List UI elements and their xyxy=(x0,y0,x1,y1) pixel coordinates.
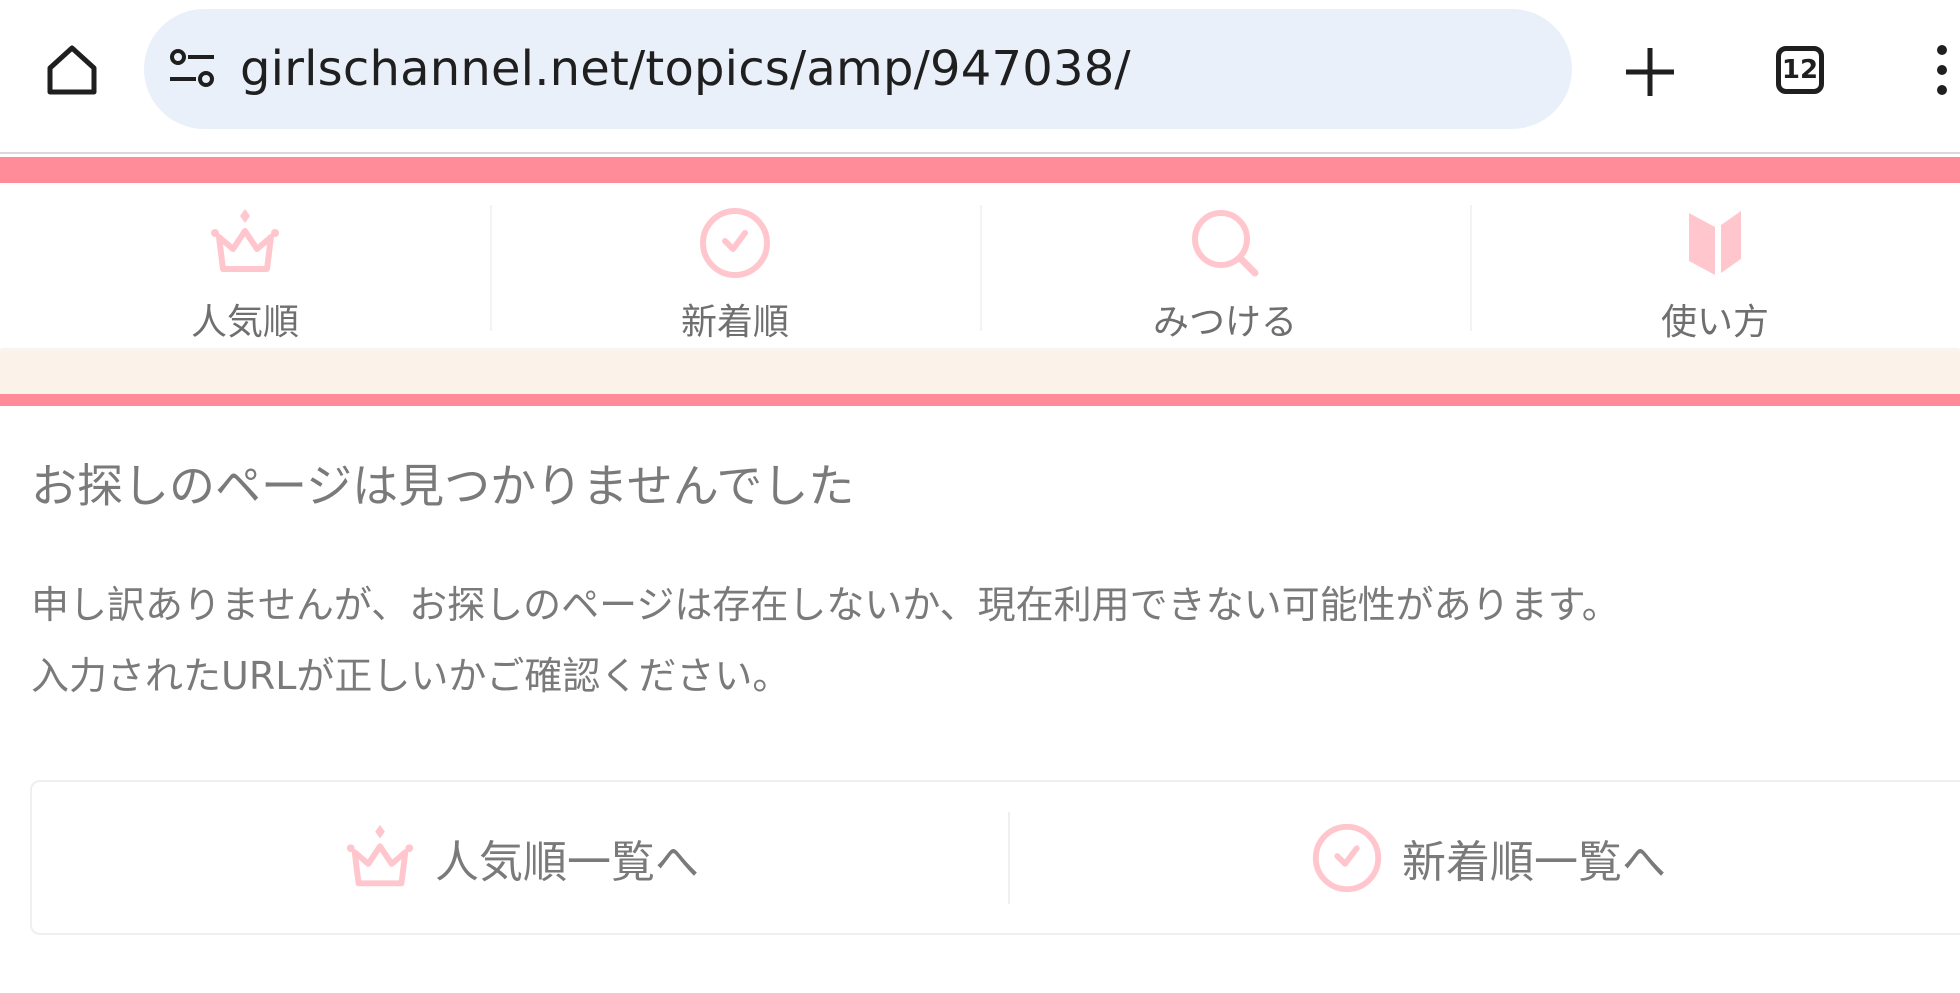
address-bar[interactable]: girlschannel.net/topics/amp/947038/ xyxy=(144,9,1572,129)
more-vert-icon xyxy=(1937,45,1947,95)
header-bottom-bar xyxy=(0,394,1960,406)
error-message: 申し訳ありませんが、お探しのページは存在しないか、現在利用できない可能性がありま… xyxy=(31,570,1620,712)
tab-count: 12 xyxy=(1776,46,1824,94)
more-menu-button[interactable] xyxy=(1920,40,1960,100)
clock-icon xyxy=(1312,823,1382,892)
nav-label-howto: 使い方 xyxy=(1660,302,1769,343)
main-nav: 人気順 新着順 みつける 使い方 xyxy=(0,183,1960,348)
nav-item-popular[interactable]: 人気順 xyxy=(0,183,490,348)
clock-icon xyxy=(700,208,770,278)
nav-item-howto[interactable]: 使い方 xyxy=(1470,183,1960,348)
header-cream-band xyxy=(0,350,1960,394)
nav-item-newest[interactable]: 新着順 xyxy=(490,183,980,348)
book-icon xyxy=(1689,211,1741,275)
popular-list-button[interactable]: 人気順一覧へ xyxy=(32,782,1008,933)
nav-item-discover[interactable]: みつける xyxy=(980,183,1470,348)
newest-list-button[interactable]: 新着順一覧へ xyxy=(1008,782,1960,933)
url-text[interactable]: girlschannel.net/topics/amp/947038/ xyxy=(240,9,1131,129)
list-links: 人気順一覧へ 新着順一覧へ xyxy=(30,780,1960,935)
crown-icon xyxy=(211,209,279,272)
home-button[interactable] xyxy=(40,38,104,102)
tune-icon[interactable] xyxy=(168,47,216,91)
error-message-line-1: 申し訳ありませんが、お探しのページは存在しないか、現在利用できない可能性がありま… xyxy=(31,583,1620,627)
page-title: お探しのページは見つかりませんでした xyxy=(31,459,855,513)
error-message-line-2: 入力されたURLが正しいかご確認ください。 xyxy=(31,654,791,698)
plus-icon xyxy=(1626,48,1674,96)
nav-label-popular: 人気順 xyxy=(190,302,299,343)
home-icon xyxy=(47,45,97,95)
toolbar-divider xyxy=(0,152,1960,154)
newest-list-label: 新着順一覧へ xyxy=(1402,836,1666,888)
header-accent-bar xyxy=(0,157,1960,183)
popular-list-label: 人気順一覧へ xyxy=(435,836,699,888)
browser-toolbar: girlschannel.net/topics/amp/947038/ 12 xyxy=(0,0,1960,154)
nav-label-newest: 新着順 xyxy=(680,302,789,343)
new-tab-button[interactable] xyxy=(1616,38,1684,106)
nav-label-discover: みつける xyxy=(1152,302,1297,343)
crown-icon xyxy=(346,824,414,886)
tab-switcher-button[interactable]: 12 xyxy=(1770,40,1830,100)
search-icon xyxy=(1192,210,1259,277)
